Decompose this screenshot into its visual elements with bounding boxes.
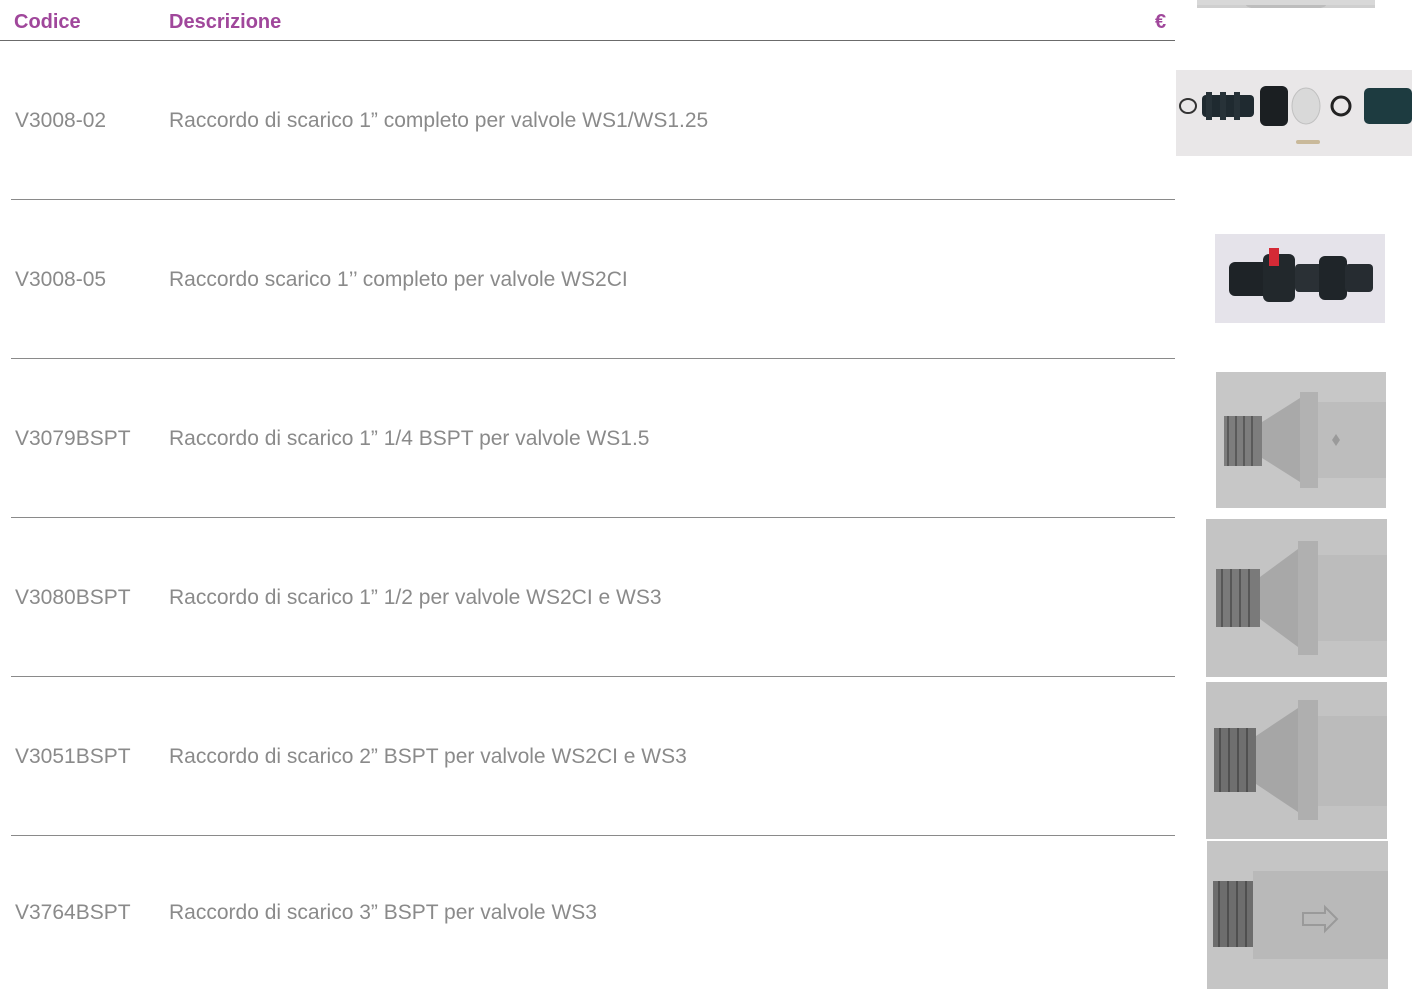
steel-drain-fitting-photo bbox=[1206, 519, 1387, 677]
table-row: V3080BSPT Raccordo di scarico 1” 1/2 per… bbox=[0, 518, 1175, 677]
table-row: V3008-05 Raccordo scarico 1’’ completo p… bbox=[0, 200, 1175, 359]
table-row: V3079BSPT Raccordo di scarico 1” 1/4 BSP… bbox=[0, 359, 1175, 518]
table-row: V3008-02 Raccordo di scarico 1” completo… bbox=[0, 41, 1175, 200]
product-description: Raccordo di scarico 1” 1/4 BSPT per valv… bbox=[169, 426, 650, 450]
column-header-code: Codice bbox=[14, 11, 81, 33]
steel-drain-fitting-photo bbox=[1216, 372, 1386, 508]
table-row: V3764BSPT Raccordo di scarico 3” BSPT pe… bbox=[0, 836, 1175, 989]
product-description: Raccordo di scarico 2” BSPT per valvole … bbox=[169, 744, 687, 768]
product-code: V3008-02 bbox=[15, 108, 107, 132]
product-description: Raccordo di scarico 3” BSPT per valvole … bbox=[169, 900, 597, 924]
column-header-price: € bbox=[1155, 11, 1167, 33]
table-header: Codice Descrizione € bbox=[0, 0, 1175, 41]
product-photo-partial bbox=[1197, 0, 1375, 8]
drain-fitting-kit-photo bbox=[1176, 70, 1412, 156]
product-description: Raccordo di scarico 1” completo per valv… bbox=[169, 108, 709, 132]
product-description: Raccordo scarico 1’’ completo per valvol… bbox=[169, 267, 628, 291]
product-code: V3079BSPT bbox=[15, 426, 131, 450]
steel-drain-fitting-arrow-photo bbox=[1207, 841, 1388, 989]
table-row: V3051BSPT Raccordo di scarico 2” BSPT pe… bbox=[0, 677, 1175, 836]
product-description: Raccordo di scarico 1” 1/2 per valvole W… bbox=[169, 585, 662, 609]
drain-fitting-black-photo bbox=[1215, 234, 1385, 323]
column-header-description: Descrizione bbox=[169, 11, 282, 33]
product-code: V3764BSPT bbox=[15, 900, 131, 924]
product-code: V3080BSPT bbox=[15, 585, 131, 609]
product-code: V3008-05 bbox=[15, 267, 107, 291]
product-code: V3051BSPT bbox=[15, 744, 131, 768]
steel-drain-fitting-photo bbox=[1206, 682, 1387, 839]
